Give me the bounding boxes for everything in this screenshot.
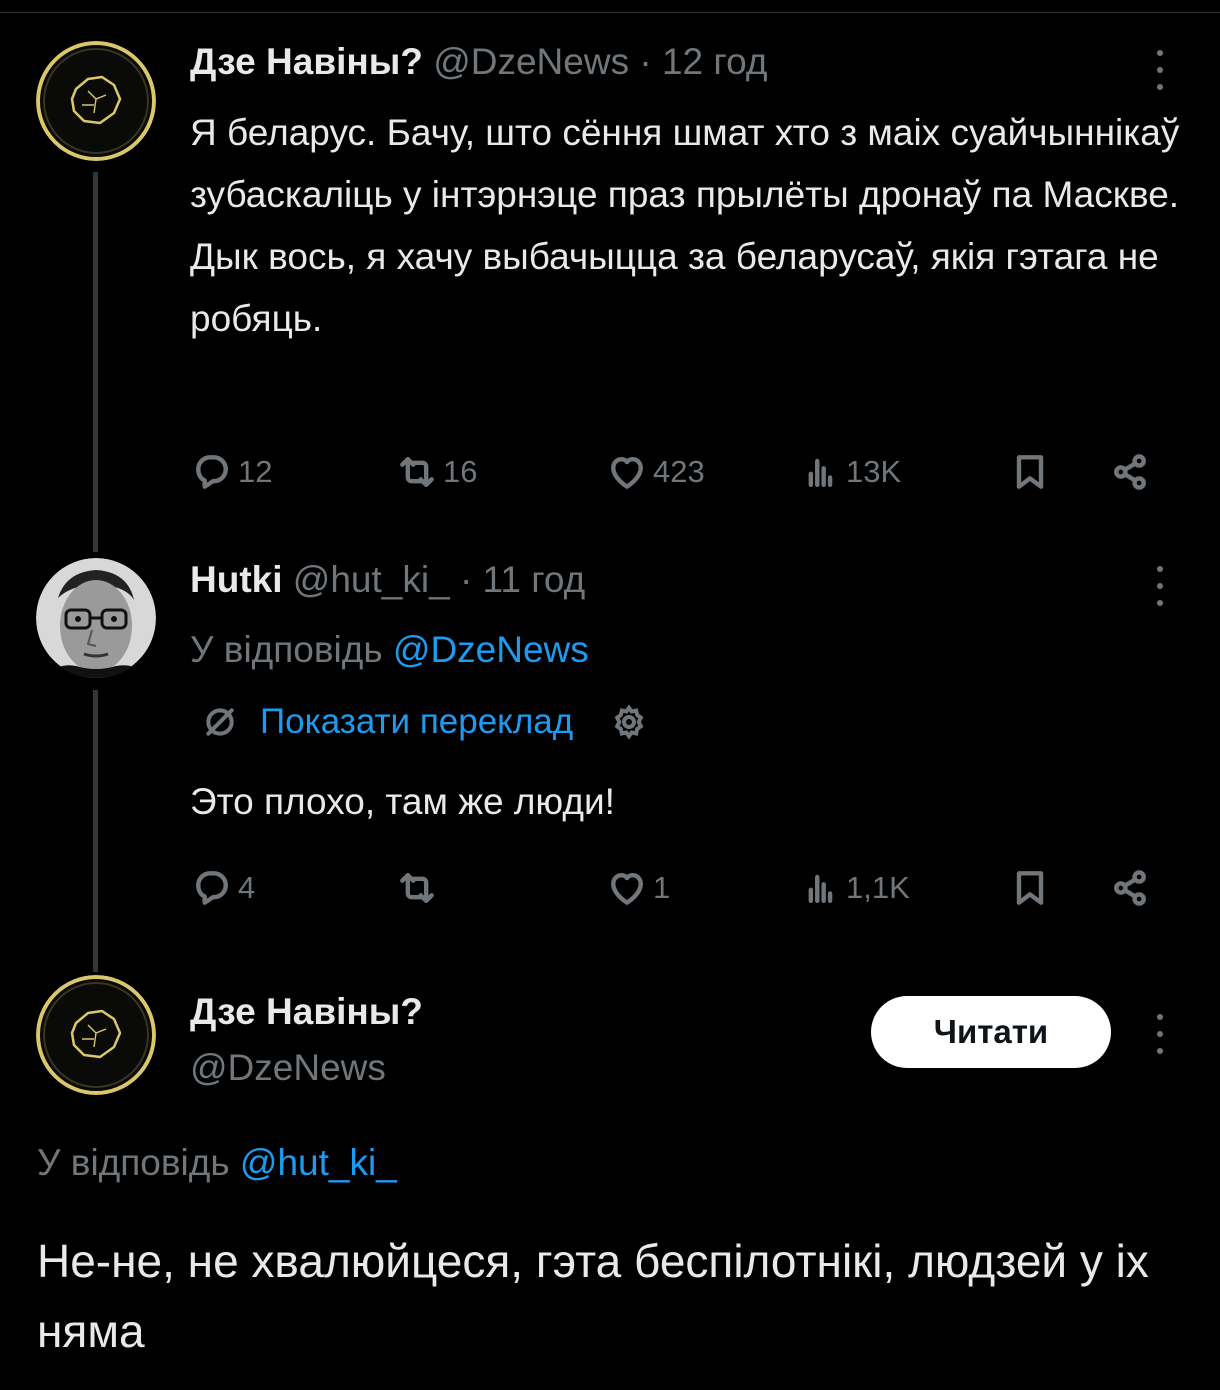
like-count: 423 [653,454,705,489]
show-translation-link[interactable]: Показати переклад [260,702,573,742]
bookmark-button[interactable] [1008,866,1052,910]
share-icon [1114,454,1146,490]
bookmark-button[interactable] [1008,450,1052,494]
bookmark-icon [1016,871,1044,905]
retweet-icon [400,456,434,488]
like-button[interactable]: 423 [605,450,705,494]
follow-button[interactable]: Читати [871,996,1111,1068]
person-photo-icon [36,558,156,678]
share-button[interactable] [1108,450,1152,494]
tweet3-author-name[interactable]: Дзе Навіны? [190,991,423,1032]
tweet3-text: Не-не, не хвалюйцеся, гэта беспілотнікі,… [37,1235,1149,1357]
tweet2-reply-context: У відповідь @DzeNews [190,628,589,672]
views-chart-icon [808,458,833,488]
tweet2-author-handle[interactable]: @hut_ki_ [293,559,450,600]
retweet-icon [400,872,434,904]
dzenews-avatar[interactable] [36,41,156,161]
reply-to-link[interactable]: @hut_ki_ [240,1142,397,1183]
reply-button[interactable]: 12 [190,450,272,494]
top-divider [0,12,1220,13]
reply-button[interactable]: 4 [190,866,255,910]
reply-count: 12 [238,454,273,489]
tweet2-more-icon[interactable] [1150,566,1170,606]
retweet-button[interactable] [395,866,443,910]
tweet2-header: Hutki @hut_ki_ · 11 год [190,558,585,602]
tweet1-author-name[interactable]: Дзе Навіны? [190,41,423,82]
tweet2-actions: 4 1 1,1K [190,866,1165,910]
reply-icon [196,455,228,489]
tweet3-author-name-row: Дзе Навіны? [190,990,423,1034]
heart-icon [611,456,643,489]
share-icon [1114,870,1146,906]
like-count: 1 [653,870,671,905]
no-translation-icon [206,708,234,736]
belarus-map-logo-icon [36,41,156,161]
tweet2-author-name[interactable]: Hutki [190,559,283,600]
thread-line [93,172,98,552]
tweet1-text: Я беларус. Бачу, што сёння шмат хто з ма… [190,112,1180,339]
views-chart-icon [808,874,833,904]
retweet-button[interactable]: 16 [395,450,477,494]
tweet1-more-icon[interactable] [1150,50,1170,90]
separator-dot: · [459,559,473,600]
reply-count: 4 [238,870,256,905]
share-button[interactable] [1108,866,1152,910]
tweet1-timestamp[interactable]: 12 год [662,41,767,82]
reply-to-link[interactable]: @DzeNews [393,629,589,670]
tweet3-more-icon[interactable] [1150,1014,1170,1054]
hutki-avatar[interactable] [36,558,156,678]
views-button[interactable]: 1,1K [798,866,910,910]
reply-prefix: У відповідь [37,1142,230,1183]
bookmark-icon [1016,455,1044,489]
tweet3-author-handle-row: @DzeNews [190,1046,386,1090]
heart-icon [611,872,643,905]
belarus-map-logo-icon [36,975,156,1095]
views-button[interactable]: 13K [798,450,901,494]
retweet-count: 16 [443,454,478,489]
tweet1-actions: 12 16 423 13K [190,450,1165,494]
tweet1-header: Дзе Навіны? @DzeNews · 12 год [190,40,767,84]
tweet3-reply-context: У відповідь @hut_ki_ [37,1141,397,1185]
tweet3-author-handle[interactable]: @DzeNews [190,1047,386,1088]
like-button[interactable]: 1 [605,866,670,910]
reply-icon [196,871,228,905]
views-count: 1,1K [846,870,910,905]
show-translation: Показати переклад [200,700,649,744]
tweet1-author-handle[interactable]: @DzeNews [433,41,629,82]
reply-prefix: У відповідь [190,629,383,670]
thread-line [93,690,98,972]
dzenews-avatar[interactable] [36,975,156,1095]
tweet2-text: Это плохо, там же люди! [190,781,615,822]
views-count: 13K [846,454,902,489]
separator-dot: · [639,41,652,82]
tweet2-timestamp[interactable]: 11 год [483,559,586,600]
gear-icon[interactable] [609,702,649,742]
